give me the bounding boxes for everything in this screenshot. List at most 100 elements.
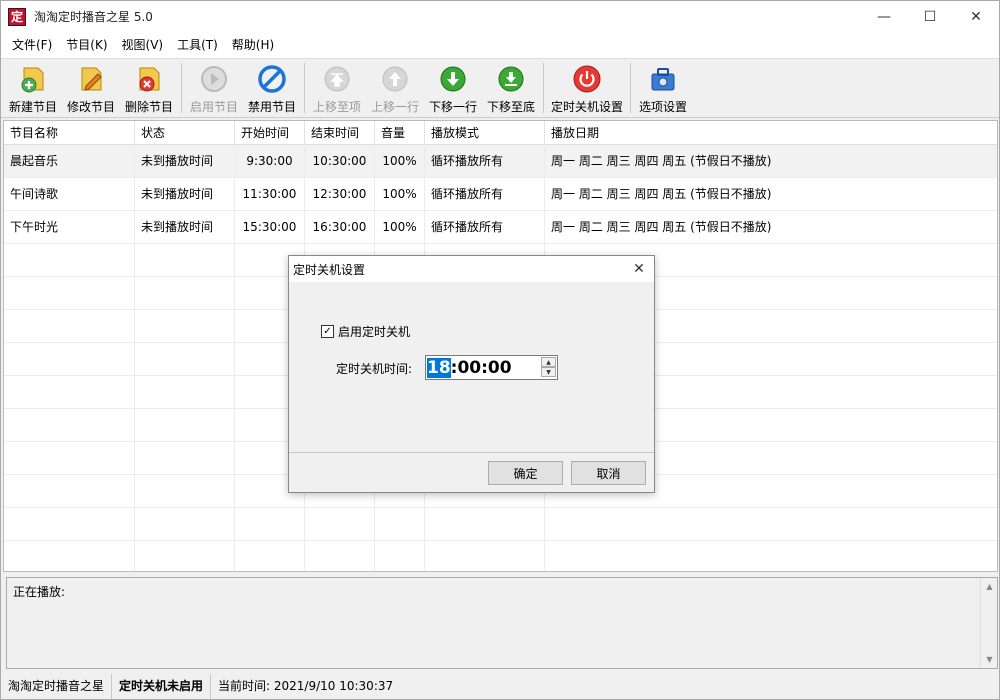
empty-cell (135, 277, 235, 310)
empty-cell (135, 541, 235, 571)
delete-program-icon (134, 64, 164, 94)
toolbar-separator (304, 63, 305, 113)
move-up-label: 上移一行 (370, 100, 419, 114)
status-app-name: 淘淘定时播音之星 (1, 674, 113, 699)
empty-cell (4, 442, 135, 475)
move-bottom-label: 下移至底 (486, 100, 535, 114)
column-header-mode[interactable]: 播放模式 (425, 121, 545, 145)
empty-cell (375, 508, 425, 541)
maximize-button[interactable]: ☐ (907, 1, 953, 32)
cell-end: 10:30:00 (305, 145, 375, 178)
column-header-start[interactable]: 开始时间 (235, 121, 305, 145)
checkbox-checked-icon[interactable]: ✓ (321, 325, 334, 338)
column-header-end[interactable]: 结束时间 (305, 121, 375, 145)
move-top-button[interactable]: 上移至项 (308, 59, 366, 117)
cancel-button[interactable]: 取消 (571, 461, 646, 485)
cell-date: 周一 周二 周三 周四 周五 (节假日不播放) (545, 178, 997, 211)
shutdown-time-input[interactable]: 18:00:00 ▲ ▼ (425, 355, 558, 380)
cell-name: 午间诗歌 (4, 178, 135, 211)
title-bar: 定 淘淘定时播音之星 5.0 — ☐ ✕ (1, 1, 999, 32)
cell-status: 未到播放时间 (135, 178, 235, 211)
menu-help[interactable]: 帮助(H) (225, 32, 281, 58)
scroll-up-icon[interactable]: ▲ (981, 578, 998, 595)
empty-cell (235, 541, 305, 571)
empty-cell (425, 508, 545, 541)
edit-program-label: 修改节目 (66, 100, 115, 114)
empty-cell (135, 409, 235, 442)
delete-program-label: 删除节目 (124, 100, 173, 114)
move-up-button[interactable]: 上移一行 (366, 59, 424, 117)
now-playing-scrollbar[interactable]: ▲ ▼ (980, 578, 997, 668)
empty-cell (135, 310, 235, 343)
move-down-button[interactable]: 下移一行 (424, 59, 482, 117)
move-bottom-button[interactable]: 下移至底 (482, 59, 540, 117)
dialog-close-button[interactable]: ✕ (628, 258, 650, 280)
toolbar: 新建节目 修改节目 删除节目 启用节目 禁用节目 上移至项 上移一行 下移一行 … (1, 58, 999, 118)
enable-program-button[interactable]: 启用节目 (185, 59, 243, 117)
options-button[interactable]: 选项设置 (634, 59, 692, 117)
shutdown-settings-label: 定时关机设置 (550, 100, 623, 114)
time-rest: :00:00 (450, 358, 512, 378)
empty-cell (305, 508, 375, 541)
empty-cell (305, 541, 375, 571)
column-header-name[interactable]: 节目名称 (4, 121, 135, 145)
table-row[interactable]: 午间诗歌 未到播放时间 11:30:00 12:30:00 100% 循环播放所… (4, 178, 997, 211)
cell-status: 未到播放时间 (135, 211, 235, 244)
menu-file[interactable]: 文件(F) (5, 32, 59, 58)
shutdown-time-label: 定时关机时间: (336, 362, 413, 376)
empty-cell (135, 508, 235, 541)
dialog-title: 定时关机设置 (293, 262, 366, 277)
minimize-button[interactable]: — (861, 1, 907, 32)
time-spinner[interactable]: ▲ ▼ (541, 357, 556, 378)
empty-cell (4, 376, 135, 409)
new-program-button[interactable]: 新建节目 (4, 59, 62, 117)
enable-shutdown-checkbox[interactable]: ✓ 启用定时关机 (321, 323, 410, 340)
play-icon (199, 64, 229, 94)
empty-cell (135, 442, 235, 475)
cell-volume: 100% (375, 145, 425, 178)
disable-program-label: 禁用节目 (247, 100, 296, 114)
menu-program[interactable]: 节目(K) (59, 32, 114, 58)
empty-cell (135, 343, 235, 376)
now-playing-panel: 正在播放: ▲ ▼ (6, 577, 998, 669)
close-button[interactable]: ✕ (953, 1, 999, 32)
move-down-icon (438, 64, 468, 94)
move-top-label: 上移至项 (312, 100, 361, 114)
menu-tools[interactable]: 工具(T) (170, 32, 225, 58)
shutdown-time-value: 18:00:00 (427, 358, 512, 378)
cell-mode: 循环播放所有 (425, 211, 545, 244)
column-header-date[interactable]: 播放日期 (545, 121, 997, 145)
dialog-divider (289, 452, 654, 453)
cell-end: 12:30:00 (305, 178, 375, 211)
spin-down-icon[interactable]: ▼ (541, 367, 556, 377)
status-shutdown: 定时关机未启用 (112, 674, 212, 699)
spin-up-icon[interactable]: ▲ (541, 357, 556, 367)
empty-cell (4, 541, 135, 571)
table-row[interactable]: 晨起音乐 未到播放时间 9:30:00 10:30:00 100% 循环播放所有… (4, 145, 997, 178)
disable-program-button[interactable]: 禁用节目 (243, 59, 301, 117)
empty-cell (4, 475, 135, 508)
empty-table-row (4, 541, 997, 571)
table-header: 节目名称 状态 开始时间 结束时间 音量 播放模式 播放日期 (4, 121, 997, 145)
table-row[interactable]: 下午时光 未到播放时间 15:30:00 16:30:00 100% 循环播放所… (4, 211, 997, 244)
empty-cell (135, 376, 235, 409)
ok-button[interactable]: 确定 (488, 461, 563, 485)
new-program-icon (18, 64, 48, 94)
column-header-status[interactable]: 状态 (135, 121, 235, 145)
toolbar-separator (181, 63, 182, 113)
toolbar-separator (543, 63, 544, 113)
scroll-down-icon[interactable]: ▼ (981, 651, 998, 668)
disable-icon (257, 64, 287, 94)
cell-start: 15:30:00 (235, 211, 305, 244)
column-header-volume[interactable]: 音量 (375, 121, 425, 145)
shutdown-settings-button[interactable]: 定时关机设置 (547, 59, 627, 117)
edit-program-button[interactable]: 修改节目 (62, 59, 120, 117)
enable-program-label: 启用节目 (189, 100, 238, 114)
cell-start: 11:30:00 (235, 178, 305, 211)
toolbar-separator (630, 63, 631, 113)
empty-cell (4, 277, 135, 310)
menu-view[interactable]: 视图(V) (115, 32, 171, 58)
empty-cell (235, 508, 305, 541)
delete-program-button[interactable]: 删除节目 (120, 59, 178, 117)
cell-mode: 循环播放所有 (425, 178, 545, 211)
